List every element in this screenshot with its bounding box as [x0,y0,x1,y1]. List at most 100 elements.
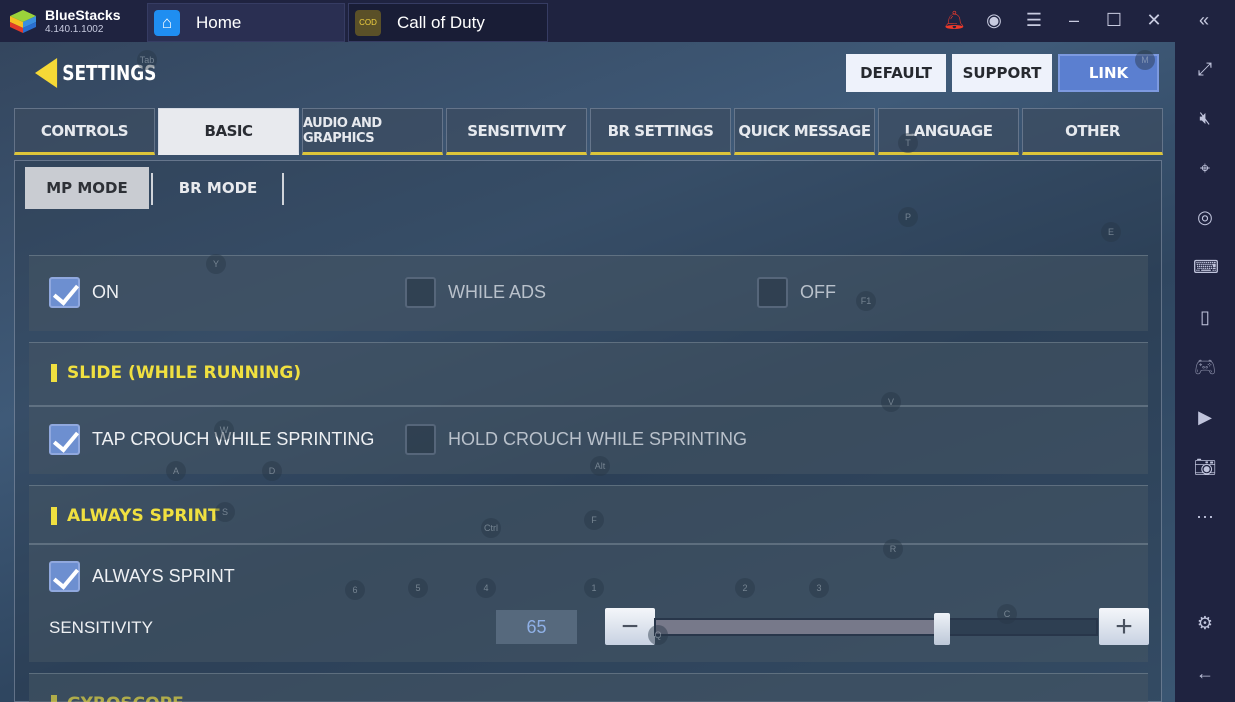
keymap-hint: Alt [590,456,610,476]
keymap-hint: C [997,604,1017,624]
collapse-sidebar-icon[interactable]: « [1193,10,1215,31]
camera-icon[interactable]: 📷︎ [1193,455,1217,479]
keymap-hint: W [214,420,234,440]
tab-basic[interactable]: BASIC [158,108,299,155]
right-sidebar: ⤢ 🔇︎ ⌖ ◎ ⌨ ▯ 🎮︎ ▶ 📷︎ ⋯ ⚙ ← [1175,42,1235,702]
option-label: HOLD CROUCH WHILE SPRINTING [448,429,748,449]
divider [29,543,1148,545]
gyroscope-panel: GYROSCOPE [29,673,1148,702]
slide-panel: SLIDE (WHILE RUNNING) TAP CROUCH WHILE S… [29,342,1148,474]
keyboard-icon[interactable]: ⌨ [1193,255,1219,279]
subtab-br-mode[interactable]: BR MODE [153,167,283,209]
back-arrow-icon [35,58,58,88]
keymap-hint: Y [206,254,226,274]
menu-icon[interactable]: ☰ [1023,10,1045,31]
option-tap-crouch[interactable]: TAP CROUCH WHILE SPRINTING [49,424,374,455]
tab-quick-message[interactable]: QUICK MESSAGE [734,108,875,155]
option-label: ALWAYS SPRINT [92,566,235,586]
option-while-ads[interactable]: WHILE ADS [405,277,546,308]
option-off[interactable]: OFF [757,277,836,308]
keymap-hint: M [1135,50,1155,70]
slider-thumb[interactable] [934,613,950,645]
section-header: GYROSCOPE [51,694,184,702]
sensitivity-label: SENSITIVITY [49,618,153,637]
checkbox-checked[interactable] [49,277,80,308]
checkbox-unchecked[interactable] [405,277,436,308]
home-icon: ⌂ [154,9,180,36]
keymap-hint: P [898,207,918,227]
keymap-hint: Q [648,625,668,645]
keymap-hint: 2 [735,578,755,598]
bluestacks-logo-icon [10,10,36,33]
gamepad-icon[interactable]: 🎮︎ [1193,355,1217,379]
option-label: WHILE ADS [448,282,547,302]
more-icon[interactable]: ⋯ [1193,505,1217,529]
app-version: 4.140.1.1002 [45,24,104,35]
keymap-hint: D [262,461,282,481]
keymap-hint: 6 [345,580,365,600]
media-manager-icon[interactable]: ▶ [1193,405,1217,429]
game-viewport: SETTINGS DEFAULT SUPPORT LINK CONTROLS B… [0,42,1175,702]
divider [29,405,1148,407]
decrease-button[interactable]: − [605,608,655,645]
title-bar: BlueStacks 4.140.1.1002 ⌂ Home COD Call … [0,0,1235,42]
tab-label: Call of Duty [397,12,485,32]
eye-icon[interactable]: ◎ [1193,205,1217,229]
mute-icon[interactable]: 🔇︎ [1193,106,1217,130]
keymap-hint: 3 [809,578,829,598]
option-always-sprint[interactable]: ALWAYS SPRINT [49,561,235,592]
ads-panel: ON WHILE ADS OFF [29,255,1148,331]
tab-call-of-duty[interactable]: COD Call of Duty [348,3,548,42]
sensitivity-slider[interactable] [654,613,1098,645]
tab-sensitivity[interactable]: SENSITIVITY [446,108,587,155]
portrait-icon[interactable]: ▯ [1193,305,1217,329]
checkbox-checked[interactable] [49,561,80,592]
tab-other[interactable]: OTHER [1022,108,1163,155]
maximize-icon[interactable]: ☐ [1103,10,1125,31]
subtab-mp-mode[interactable]: MP MODE [25,167,149,209]
tab-audio-and-graphics[interactable]: AUDIO AND GRAPHICS [302,108,443,155]
checkbox-unchecked[interactable] [405,424,436,455]
bell-icon[interactable]: 🔔︎ [943,10,966,31]
option-hold-crouch[interactable]: HOLD CROUCH WHILE SPRINTING [405,424,747,455]
slider-fill [656,620,942,634]
close-icon[interactable]: ✕ [1143,10,1165,31]
settings-icon[interactable]: ⚙ [1193,611,1217,635]
option-label: OFF [800,282,836,302]
header-bar [51,364,57,382]
account-icon[interactable]: ◉ [983,10,1005,31]
keymap-hint: F1 [856,291,876,311]
sensitivity-value[interactable]: 65 [496,610,577,644]
settings-content: MP MODE BR MODE ON WHILE ADS OFF SLIDE (… [14,160,1162,702]
default-button[interactable]: DEFAULT [846,54,946,92]
header-bar [51,507,57,525]
tab-br-settings[interactable]: BR SETTINGS [590,108,731,155]
checkbox-unchecked[interactable] [757,277,788,308]
fullscreen-icon[interactable]: ⤢ [1193,57,1217,81]
option-on[interactable]: ON [49,277,119,308]
call-of-duty-icon: COD [355,9,381,36]
section-header: SLIDE (WHILE RUNNING) [51,363,301,383]
tab-label: Home [196,12,242,32]
keymap-hint: S [215,502,235,522]
header-bar [51,695,57,702]
increase-button[interactable]: + [1099,608,1149,645]
back-icon[interactable]: ← [1193,661,1217,685]
divider [282,173,284,205]
pointer-lock-icon[interactable]: ⌖ [1193,156,1217,180]
keymap-hint: T [898,133,918,153]
tab-controls[interactable]: CONTROLS [14,108,155,155]
keymap-hint: E [1101,222,1121,242]
section-header: ALWAYS SPRINT [51,506,220,526]
keymap-hint: Tab [137,50,157,70]
support-button[interactable]: SUPPORT [952,54,1052,92]
keymap-hint: 1 [584,578,604,598]
minimize-icon[interactable]: – [1063,10,1085,31]
tab-home[interactable]: ⌂ Home [147,3,345,42]
app-name: BlueStacks [45,7,121,23]
keymap-hint: A [166,461,186,481]
keymap-hint: V [881,392,901,412]
keymap-hint: 4 [476,578,496,598]
checkbox-checked[interactable] [49,424,80,455]
keymap-hint: F [584,510,604,530]
